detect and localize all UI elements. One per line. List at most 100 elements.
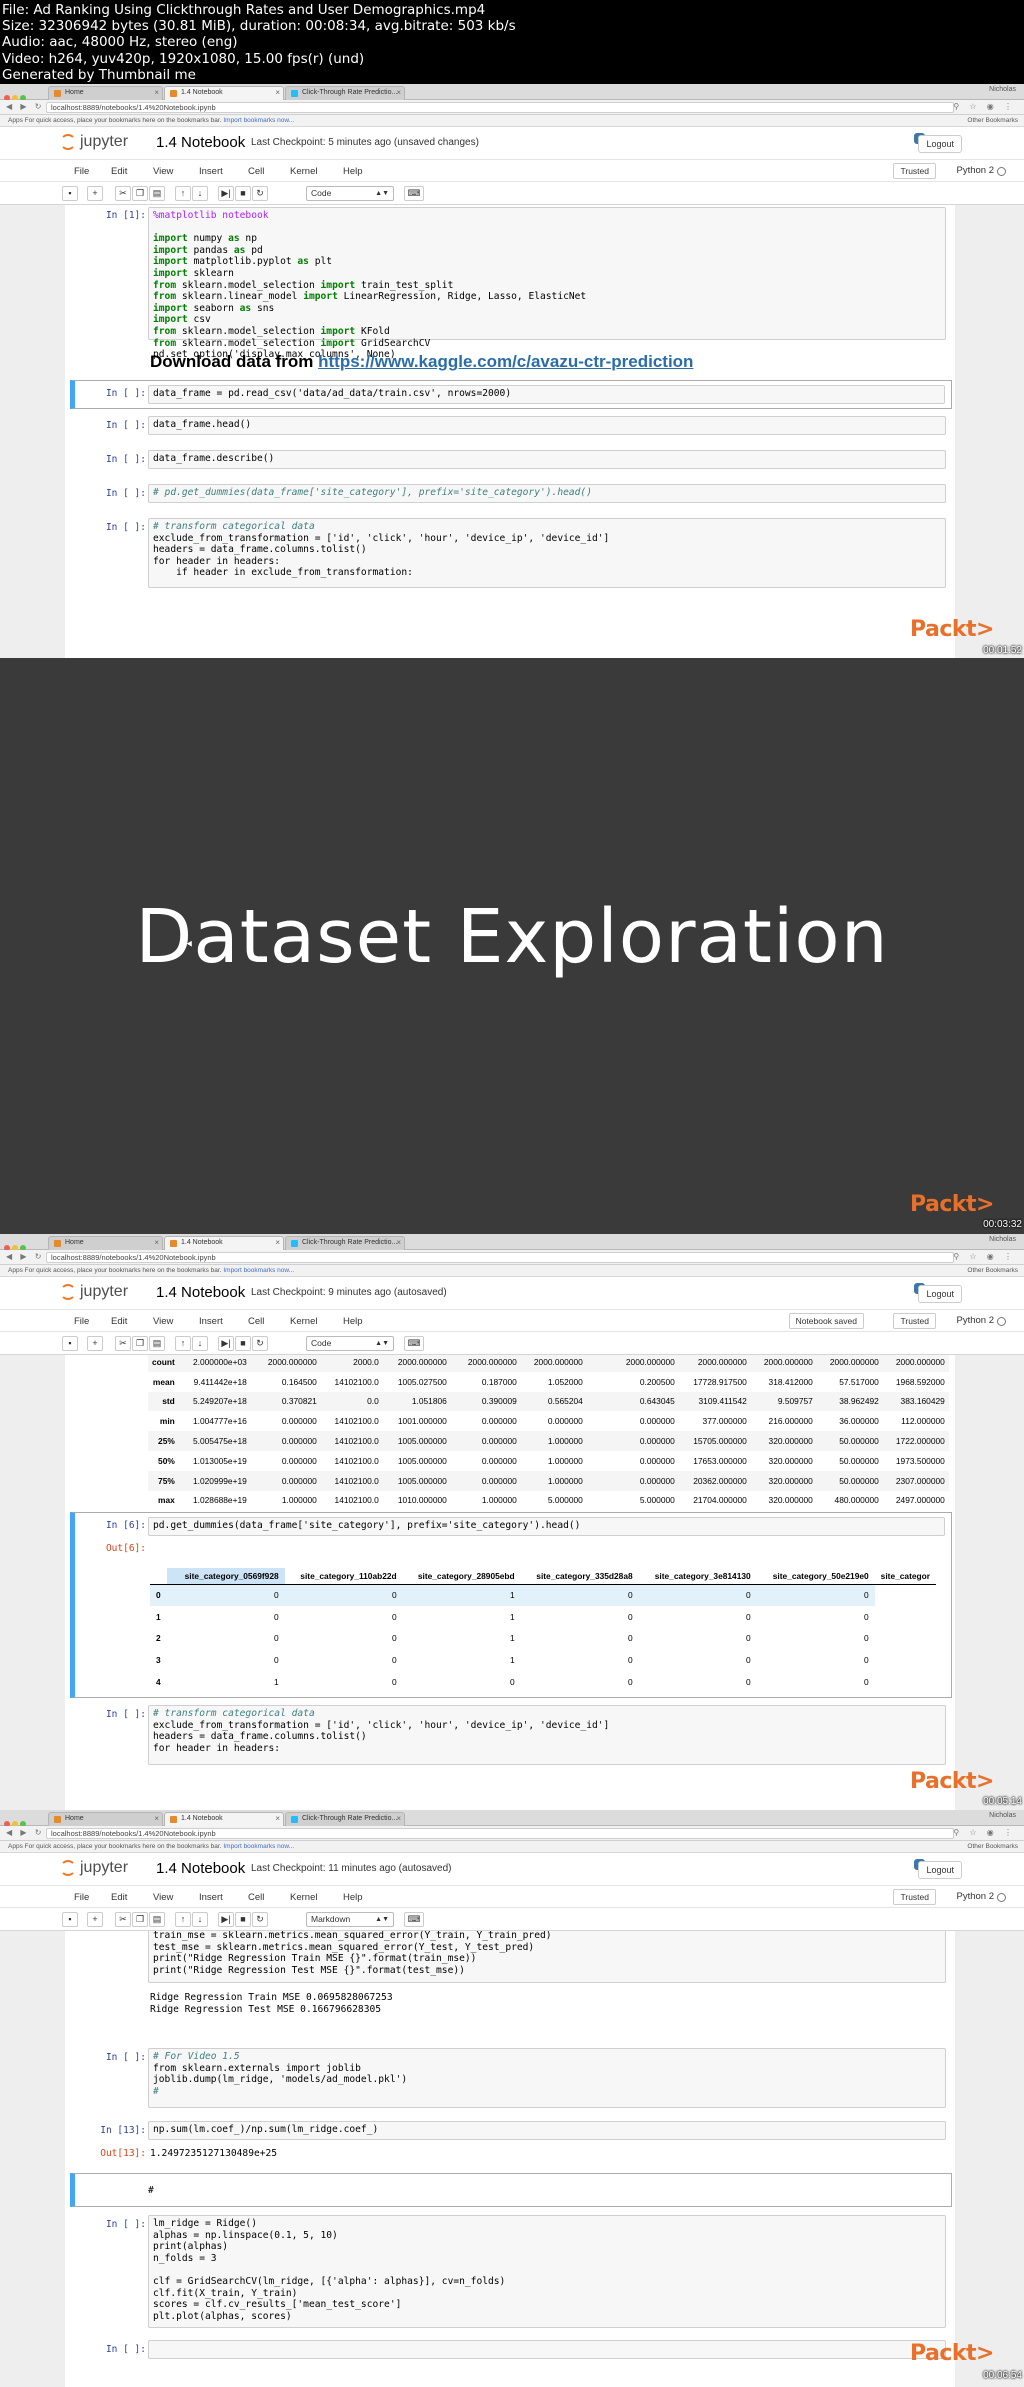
browser-user[interactable]: Nicholas — [989, 1236, 1016, 1243]
copy-icon[interactable]: ❐ — [132, 186, 148, 201]
tab-kaggle[interactable]: Click-Through Rate Predictio... × — [285, 86, 405, 100]
tab-close-icon[interactable]: × — [275, 87, 280, 99]
code-input[interactable]: pd.get_dummies(data_frame['site_category… — [148, 1517, 945, 1536]
tab-close-icon[interactable]: × — [154, 87, 159, 99]
menu-file[interactable]: File — [74, 1316, 89, 1327]
code-cell[interactable]: In [1]: %matplotlib notebook import nump… — [70, 207, 952, 360]
other-bookmarks[interactable]: Other Bookmarks — [967, 1841, 1018, 1852]
tab-home[interactable]: Home × — [48, 1812, 163, 1826]
nav-buttons-icon[interactable]: ◀ ▶ ↻ — [6, 102, 44, 111]
code-cell[interactable]: In [ ]: data_frame.head() — [70, 415, 952, 437]
restart-icon[interactable]: ↻ — [252, 186, 268, 201]
move-up-icon[interactable]: ↑ — [175, 186, 191, 201]
add-cell-icon[interactable]: + — [87, 1912, 103, 1927]
code-cell[interactable]: In [ ]: data_frame.describe() — [70, 449, 952, 471]
notebook-title[interactable]: 1.4 Notebook — [156, 1860, 245, 1877]
browser-user[interactable]: Nicholas — [989, 1812, 1016, 1819]
browser-user[interactable]: Nicholas — [989, 86, 1016, 93]
menu-view[interactable]: View — [153, 1316, 173, 1327]
run-icon[interactable]: ▶| — [218, 186, 234, 201]
restart-icon[interactable]: ↻ — [252, 1336, 268, 1351]
save-icon[interactable]: ▪ — [62, 1912, 78, 1927]
move-down-icon[interactable]: ↓ — [192, 1336, 208, 1351]
move-up-icon[interactable]: ↑ — [175, 1336, 191, 1351]
run-icon[interactable]: ▶| — [218, 1912, 234, 1927]
jupyter-logo[interactable]: jupyter — [60, 1282, 152, 1304]
code-input[interactable]: lm_ridge = Ridge() alphas = np.linspace(… — [148, 2215, 946, 2328]
tab-notebook[interactable]: 1.4 Notebook × — [164, 1812, 284, 1826]
menu-insert[interactable]: Insert — [199, 166, 223, 177]
code-input[interactable]: data_frame.head() — [148, 416, 946, 435]
menu-kernel[interactable]: Kernel — [290, 1892, 317, 1903]
paste-icon[interactable]: ▤ — [149, 1912, 165, 1927]
nav-buttons-icon[interactable]: ◀ ▶ ↻ — [6, 1828, 44, 1837]
save-icon[interactable]: ▪ — [62, 1336, 78, 1351]
copy-icon[interactable]: ❐ — [132, 1336, 148, 1351]
trusted-badge[interactable]: Trusted — [893, 1313, 936, 1329]
menu-file[interactable]: File — [74, 166, 89, 177]
address-input[interactable]: localhost:8889/notebooks/1.4%20Notebook.… — [46, 1828, 954, 1839]
tab-home[interactable]: Home × — [48, 86, 163, 100]
code-input[interactable]: # pd.get_dummies(data_frame['site_catego… — [148, 484, 946, 503]
code-input[interactable]: # For Video 1.5 from sklearn.externals i… — [148, 2048, 946, 2108]
keyboard-icon[interactable]: ⌨ — [404, 1336, 424, 1351]
code-cell[interactable]: In [ ]: # transform categorical data exc… — [70, 518, 952, 588]
tab-close-icon[interactable]: × — [396, 1813, 401, 1825]
add-cell-icon[interactable]: + — [87, 1336, 103, 1351]
logout-button[interactable]: Logout — [918, 135, 962, 153]
move-up-icon[interactable]: ↑ — [175, 1912, 191, 1927]
menu-file[interactable]: File — [74, 1892, 89, 1903]
code-input[interactable]: train_mse = sklearn.metrics.mean_squared… — [148, 1931, 946, 1983]
menu-view[interactable]: View — [153, 166, 173, 177]
notebook-title[interactable]: 1.4 Notebook — [156, 134, 245, 151]
stop-icon[interactable]: ■ — [235, 1912, 251, 1927]
menu-kernel[interactable]: Kernel — [290, 1316, 317, 1327]
empty-code-input[interactable] — [148, 2340, 946, 2359]
address-input[interactable]: localhost:8889/notebooks/1.4%20Notebook.… — [46, 1252, 954, 1263]
cell-type-select[interactable]: Code ▲▼ — [306, 186, 394, 201]
stop-icon[interactable]: ■ — [235, 1336, 251, 1351]
menu-cell[interactable]: Cell — [248, 166, 264, 177]
keyboard-icon[interactable]: ⌨ — [404, 1912, 424, 1927]
menu-insert[interactable]: Insert — [199, 1316, 223, 1327]
import-bookmarks-link[interactable]: Import bookmarks now... — [223, 117, 294, 124]
menu-cell[interactable]: Cell — [248, 1892, 264, 1903]
menu-help[interactable]: Help — [343, 1892, 363, 1903]
copy-icon[interactable]: ❐ — [132, 1912, 148, 1927]
tab-kaggle[interactable]: Click-Through Rate Predictio... × — [285, 1236, 405, 1250]
logout-button[interactable]: Logout — [918, 1861, 962, 1879]
restart-icon[interactable]: ↻ — [252, 1912, 268, 1927]
import-bookmarks-link[interactable]: Import bookmarks now... — [223, 1267, 294, 1274]
code-input[interactable]: # transform categorical data exclude_fro… — [148, 518, 946, 588]
code-cell[interactable]: In [ ]: lm_ridge = Ridge() alphas = np.l… — [70, 2215, 952, 2328]
code-cell[interactable]: In [ ]: # transform categorical data exc… — [70, 1705, 952, 1765]
trusted-badge[interactable]: Trusted — [893, 163, 936, 179]
tab-notebook[interactable]: 1.4 Notebook × — [164, 86, 284, 100]
code-input[interactable]: np.sum(lm.coef_)/np.sum(lm_ridge.coef_) — [148, 2121, 946, 2140]
menu-edit[interactable]: Edit — [111, 1892, 127, 1903]
markdown-cell-selected[interactable]: # — [70, 2173, 952, 2207]
code-cell[interactable]: In [13]: np.sum(lm.coef_)/np.sum(lm_ridg… — [70, 2120, 952, 2142]
menu-help[interactable]: Help — [343, 1316, 363, 1327]
cut-icon[interactable]: ✂ — [115, 1912, 131, 1927]
extension-icons[interactable]: ⚲ ☆ ◉ ⋮ — [953, 102, 1016, 111]
notebook-title[interactable]: 1.4 Notebook — [156, 1284, 245, 1301]
code-cell[interactable]: train_mse = sklearn.metrics.mean_squared… — [70, 1931, 952, 1983]
tab-close-icon[interactable]: × — [154, 1813, 159, 1825]
menu-cell[interactable]: Cell — [248, 1316, 264, 1327]
code-cell[interactable]: In [ ]: # pd.get_dummies(data_frame['sit… — [70, 483, 952, 505]
tab-home[interactable]: Home × — [48, 1236, 163, 1250]
tab-kaggle[interactable]: Click-Through Rate Predictio... × — [285, 1812, 405, 1826]
menu-edit[interactable]: Edit — [111, 166, 127, 177]
markdown-text[interactable]: # — [148, 2185, 154, 2197]
tab-close-icon[interactable]: × — [396, 87, 401, 99]
other-bookmarks[interactable]: Other Bookmarks — [967, 115, 1018, 126]
tab-close-icon[interactable]: × — [396, 1237, 401, 1249]
add-cell-icon[interactable]: + — [87, 186, 103, 201]
menu-kernel[interactable]: Kernel — [290, 166, 317, 177]
tab-notebook[interactable]: 1.4 Notebook × — [164, 1236, 284, 1250]
other-bookmarks[interactable]: Other Bookmarks — [967, 1265, 1018, 1276]
save-icon[interactable]: ▪ — [62, 186, 78, 201]
jupyter-logo[interactable]: jupyter — [60, 132, 152, 154]
logout-button[interactable]: Logout — [918, 1285, 962, 1303]
